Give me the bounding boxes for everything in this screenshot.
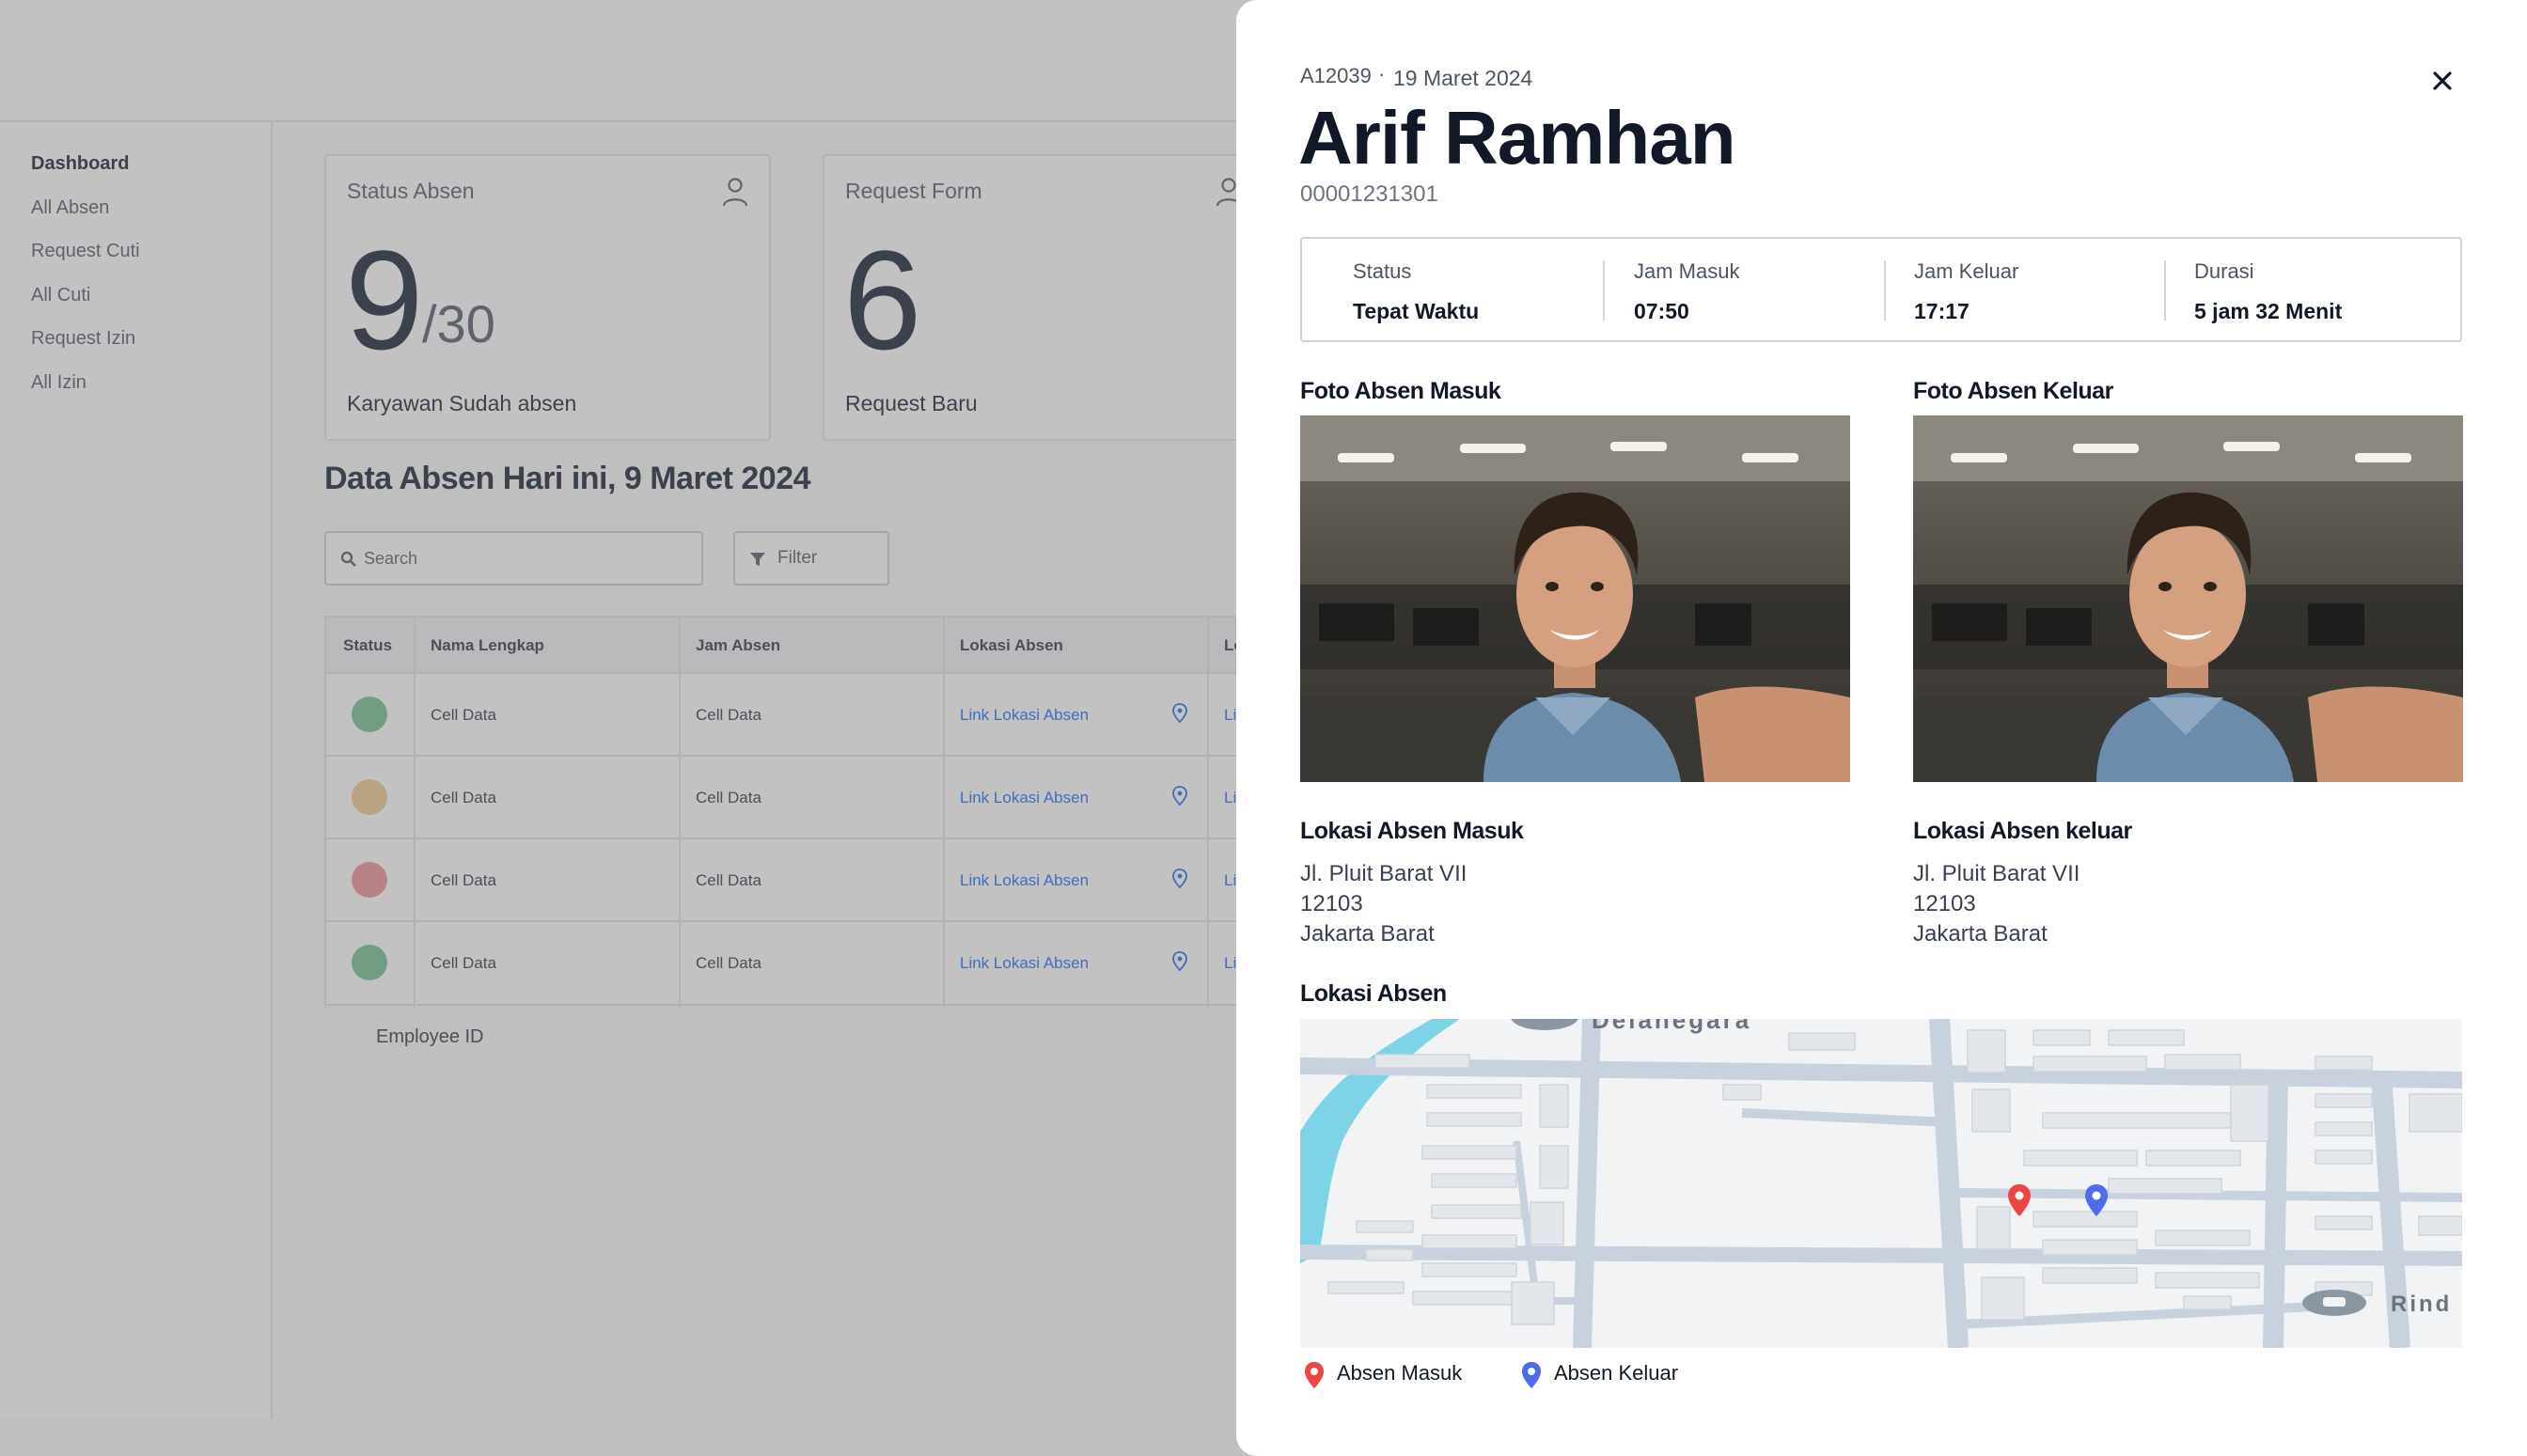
blue-pin-icon [1522, 1362, 1541, 1388]
map-canvas [1300, 1019, 2462, 1348]
address-street: Jl. Pluit Barat VII [1300, 861, 1468, 886]
location-out-title: Lokasi Absen keluar [1913, 818, 2132, 844]
photo-absen-masuk[interactable] [1300, 415, 1850, 782]
stat-label: Jam Keluar [1914, 259, 2019, 283]
address-city: Jakarta Barat [1913, 921, 2048, 947]
map-area-label: Rind [2391, 1292, 2453, 1317]
close-icon [2433, 71, 2452, 90]
legend-label: Absen Keluar [1554, 1361, 1679, 1385]
map-street-label: Delanegara [1592, 1019, 1752, 1034]
stat-value-status: Tepat Waktu [1353, 299, 1480, 323]
stat-label: Status [1353, 259, 1412, 283]
attendance-date: 19 Maret 2024 [1393, 66, 1533, 90]
stat-label: Jam Masuk [1634, 259, 1740, 283]
photo-out-title: Foto Absen Keluar [1913, 378, 2113, 404]
address-street: Jl. Pluit Barat VII [1913, 861, 2080, 886]
address-postal: 12103 [1913, 891, 1976, 916]
stat-value-jam-masuk: 07:50 [1634, 299, 1689, 323]
stat-value-jam-keluar: 17:17 [1914, 299, 1970, 323]
stat-label: Durasi [2194, 259, 2254, 283]
employee-number: 00001231301 [1300, 181, 1438, 207]
address-postal: 12103 [1300, 891, 1363, 916]
stat-divider [2164, 260, 2166, 321]
stat-divider [1884, 260, 1886, 321]
meta-separator: · [1378, 62, 1386, 86]
stat-divider [1603, 260, 1605, 321]
red-pin-icon [1305, 1362, 1324, 1388]
legend-absen-keluar: Absen Keluar [1522, 1361, 1679, 1388]
stat-value-durasi: 5 jam 32 Menit [2194, 299, 2343, 323]
address-city: Jakarta Barat [1300, 921, 1435, 947]
employee-name: Arif Ramhan [1298, 96, 1736, 180]
location-in-title: Lokasi Absen Masuk [1300, 818, 1524, 844]
photo-in-title: Foto Absen Masuk [1300, 378, 1501, 404]
photo-absen-keluar[interactable] [1913, 415, 2463, 782]
legend-label: Absen Masuk [1337, 1361, 1463, 1385]
employee-code: A12039 [1300, 64, 1372, 87]
location-out-address: Jl. Pluit Barat VII 12103 Jakarta Barat [1913, 859, 2080, 949]
close-button[interactable] [2424, 62, 2461, 100]
legend-absen-masuk: Absen Masuk [1305, 1361, 1463, 1388]
map-title: Lokasi Absen [1300, 980, 1447, 1007]
attendance-stats: Status Tepat Waktu Jam Masuk 07:50 Jam K… [1300, 237, 2462, 342]
location-in-address: Jl. Pluit Barat VII 12103 Jakarta Barat [1300, 859, 1467, 949]
location-map[interactable]: Delanegara Rind [1300, 1019, 2462, 1348]
